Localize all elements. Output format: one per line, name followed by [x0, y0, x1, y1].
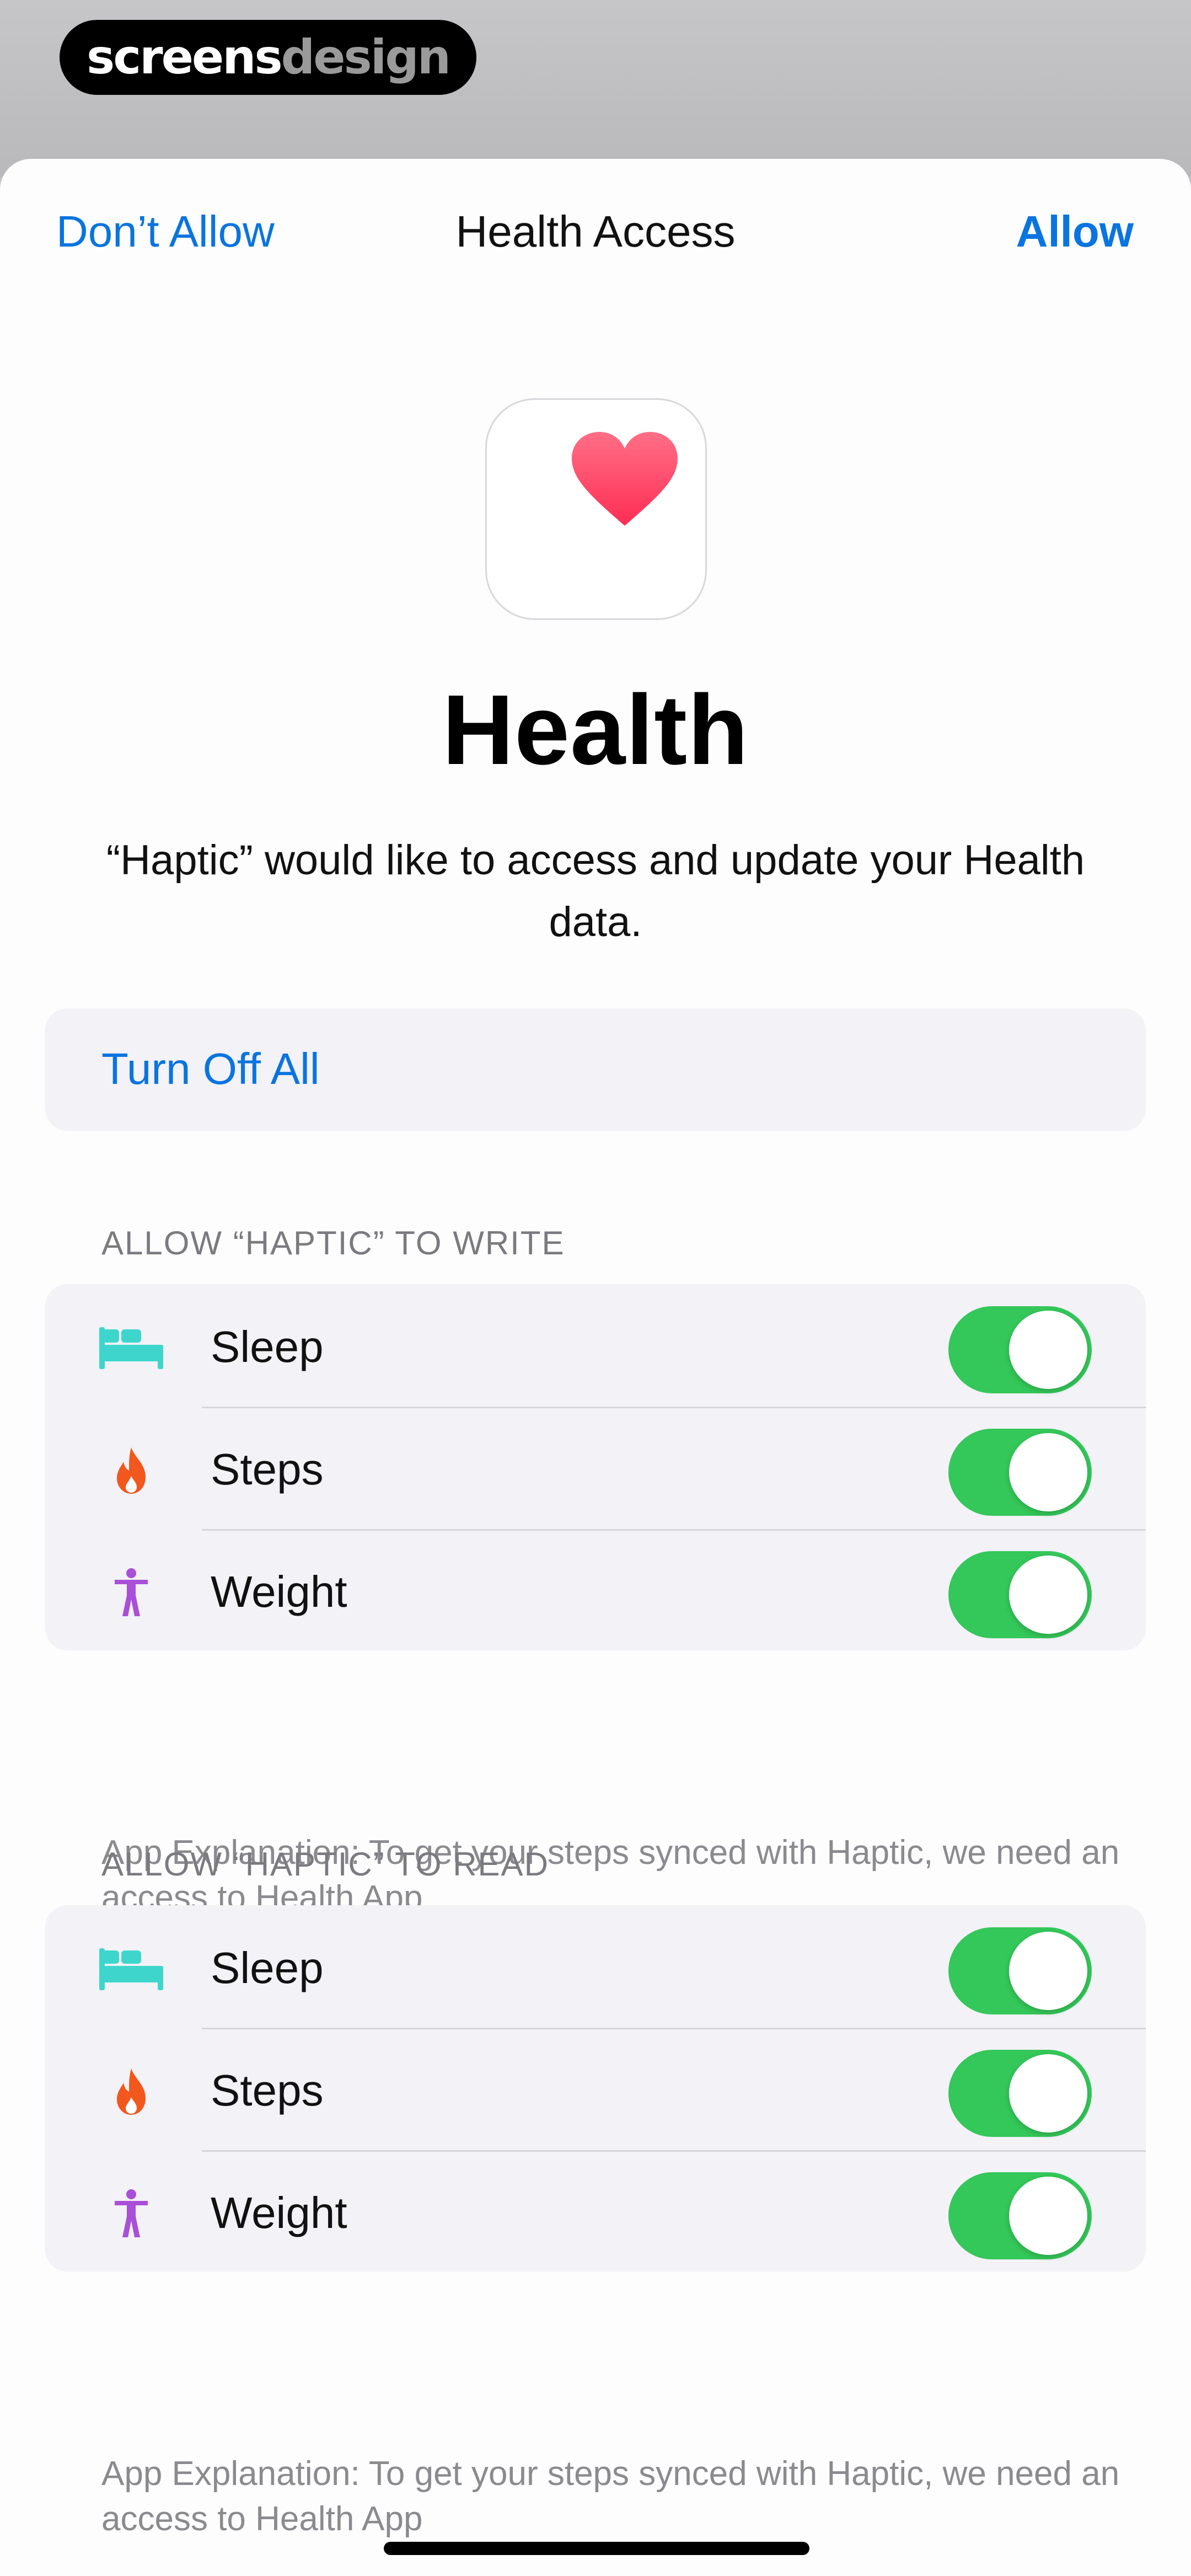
read-steps-label: Steps	[211, 2066, 324, 2115]
row-divider	[202, 2150, 1146, 2152]
row-divider	[202, 1529, 1146, 1531]
read-sleep-label: Sleep	[211, 1943, 324, 1992]
read-steps-toggle[interactable]	[948, 2050, 1092, 2137]
figure-icon	[115, 1568, 148, 1616]
turn-off-all-cell[interactable]: Turn Off All	[45, 1008, 1146, 1131]
bed-icon	[99, 1327, 163, 1369]
write-row-weight: Weight	[45, 1529, 1146, 1652]
read-sleep-toggle[interactable]	[948, 1927, 1092, 2014]
bed-icon	[99, 1948, 163, 1990]
read-section-header: ALLOW “HAPTIC” TO READ	[101, 1846, 549, 1883]
figure-icon	[115, 2189, 148, 2237]
toggle-knob	[1009, 2054, 1087, 2133]
read-explanation: App Explanation: To get your steps synce…	[101, 2455, 1120, 2538]
write-steps-toggle[interactable]	[948, 1429, 1092, 1516]
heart-icon	[572, 432, 678, 526]
watermark-part-2: design	[281, 30, 451, 85]
read-row-steps: Steps	[45, 2028, 1146, 2150]
turn-off-all-button[interactable]: Turn Off All	[101, 1047, 320, 1091]
health-app-icon	[485, 398, 707, 620]
toggle-knob	[1009, 1433, 1087, 1511]
app-name-heading: Health	[442, 675, 749, 785]
dont-allow-button[interactable]: Don’t Allow	[56, 210, 275, 254]
toggle-knob	[1009, 1311, 1087, 1389]
read-weight-label: Weight	[211, 2188, 347, 2237]
flame-icon	[117, 2069, 146, 2115]
write-weight-label: Weight	[211, 1567, 347, 1616]
health-access-sheet: Health Access Don’t Allow Allow Health “…	[0, 159, 1191, 2576]
row-divider	[202, 1407, 1146, 1408]
watermark-part-1: screens	[87, 30, 283, 85]
home-indicator[interactable]	[384, 2542, 809, 2555]
write-row-sleep: Sleep	[45, 1284, 1146, 1407]
read-row-sleep: Sleep	[45, 1905, 1146, 2028]
write-sleep-toggle[interactable]	[948, 1306, 1092, 1393]
write-sleep-label: Sleep	[211, 1322, 324, 1371]
allow-button[interactable]: Allow	[1016, 210, 1134, 254]
write-section-header: ALLOW “HAPTIC” TO WRITE	[101, 1225, 565, 1262]
read-permissions-list: Sleep Steps Weight	[45, 1905, 1146, 2272]
flame-icon	[117, 1447, 146, 1494]
write-permissions-list: Sleep Steps Weight	[45, 1284, 1146, 1650]
write-row-steps: Steps	[45, 1407, 1146, 1529]
toggle-knob	[1009, 1556, 1087, 1634]
row-divider	[202, 2028, 1146, 2029]
read-weight-toggle[interactable]	[948, 2172, 1092, 2259]
toggle-knob	[1009, 2177, 1087, 2255]
write-steps-label: Steps	[211, 1445, 324, 1494]
write-weight-toggle[interactable]	[948, 1551, 1092, 1638]
permission-description: “Haptic” would like to access and update…	[106, 837, 1085, 945]
navigation-bar: Health Access Don’t Allow Allow	[0, 159, 1191, 313]
toggle-knob	[1009, 1932, 1087, 2010]
watermark-logo: screens design	[60, 20, 476, 95]
read-row-weight: Weight	[45, 2150, 1146, 2273]
